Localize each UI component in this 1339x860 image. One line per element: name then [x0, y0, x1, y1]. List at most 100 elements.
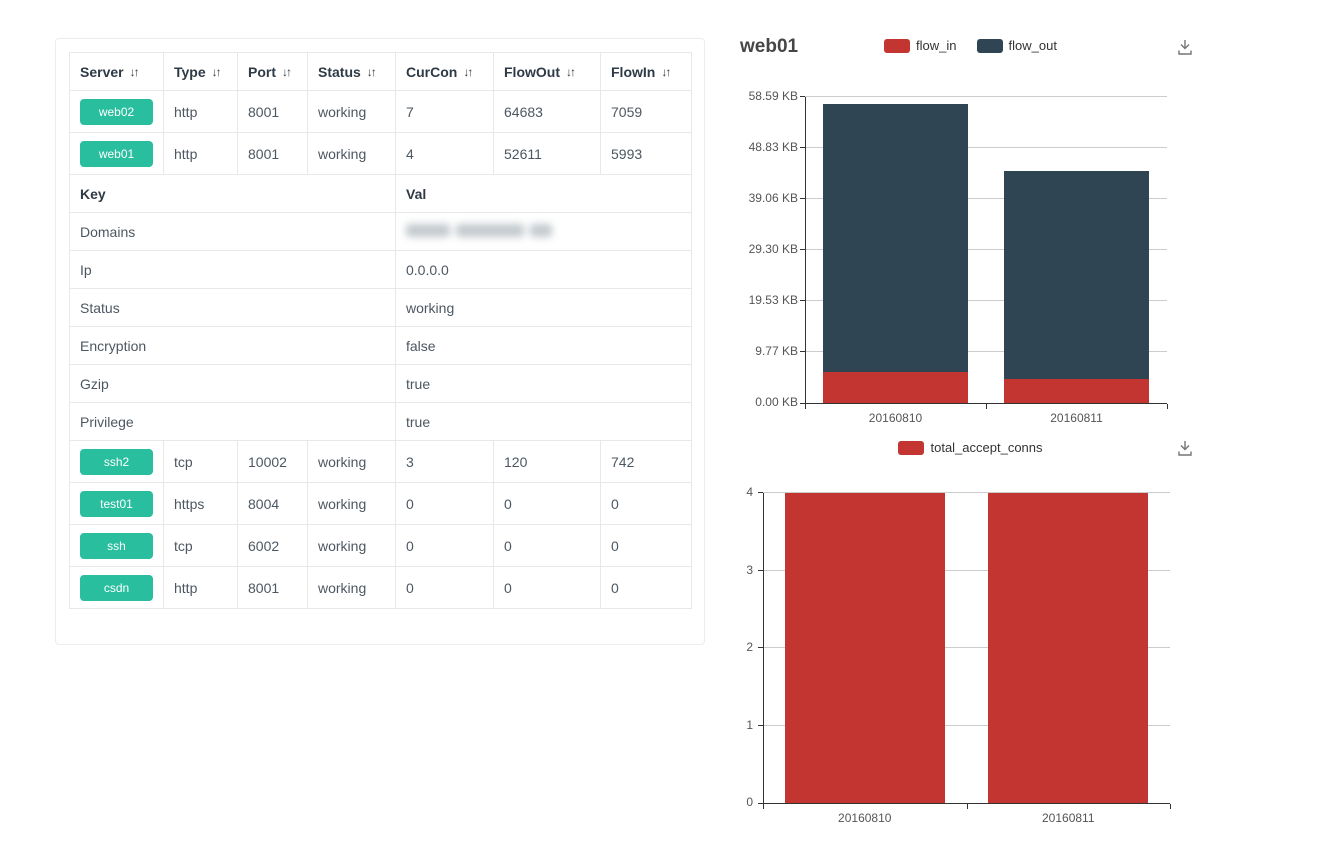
flow_out-bar-segment[interactable]: [1004, 171, 1149, 379]
column-header-port[interactable]: Port↓↑: [238, 53, 308, 91]
status-cell: working: [308, 441, 396, 483]
sort-icon[interactable]: ↓↑: [661, 65, 669, 79]
bar-20160810[interactable]: [785, 493, 945, 803]
y-axis-label: 2: [725, 640, 753, 654]
y-axis-line: [763, 493, 764, 803]
sort-icon[interactable]: ↓↑: [367, 65, 375, 79]
server-badge[interactable]: ssh: [80, 533, 153, 559]
server-cell: web01: [70, 133, 164, 175]
port-cell: 8001: [238, 133, 308, 175]
server-cell: ssh: [70, 525, 164, 567]
total_accept_conns-bar-segment[interactable]: [988, 493, 1148, 803]
flowin-cell: 0: [601, 483, 692, 525]
detail-key: Gzip: [70, 365, 396, 403]
flowin-cell: 0: [601, 525, 692, 567]
table-row: ssh tcp 6002 working 0 0 0: [70, 525, 692, 567]
flowin-cell: 0: [601, 567, 692, 609]
total-accept-conns-label: total_accept_conns: [930, 440, 1042, 455]
sort-icon[interactable]: ↓↑: [212, 65, 220, 79]
redacted-domains-value: [406, 224, 552, 237]
download-icon: [1175, 439, 1195, 458]
total-accept-conns-swatch: [898, 441, 924, 455]
status-cell: working: [308, 91, 396, 133]
bar-20160811[interactable]: [1004, 97, 1149, 403]
server-badge[interactable]: test01: [80, 491, 153, 517]
detail-row: Status working: [70, 289, 692, 327]
y-axis-label: 48.83 KB: [718, 140, 798, 154]
x-axis-label: 20160811: [967, 811, 1171, 825]
table-header-row: Server↓↑Type↓↑Port↓↑Status↓↑CurCon↓↑Flow…: [70, 53, 692, 91]
column-header-type[interactable]: Type↓↑: [164, 53, 238, 91]
detail-key: Privilege: [70, 403, 396, 441]
y-axis-label: 1: [725, 718, 753, 732]
detail-value: true: [396, 365, 692, 403]
server-table-panel: Server↓↑Type↓↑Port↓↑Status↓↑CurCon↓↑Flow…: [55, 38, 705, 645]
status-cell: working: [308, 567, 396, 609]
table-row: test01 https 8004 working 0 0 0: [70, 483, 692, 525]
flow_in-bar-segment[interactable]: [1004, 379, 1149, 403]
flowout-cell: 0: [494, 525, 601, 567]
chart1-download-button[interactable]: [1175, 38, 1197, 58]
port-cell: 10002: [238, 441, 308, 483]
flow_in-bar-segment[interactable]: [823, 372, 968, 403]
flow-out-swatch: [977, 39, 1003, 53]
flowin-cell: 742: [601, 441, 692, 483]
detail-row: Privilege true: [70, 403, 692, 441]
detail-value: 0.0.0.0: [396, 251, 692, 289]
detail-row: Domains: [70, 213, 692, 251]
flow-chart-plot: [805, 97, 1167, 403]
bar-20160811[interactable]: [988, 493, 1148, 803]
legend-item-flow-out[interactable]: flow_out: [977, 38, 1057, 53]
legend-item-total-accept-conns[interactable]: total_accept_conns: [898, 440, 1042, 455]
y-axis-label: 29.30 KB: [718, 242, 798, 256]
chart1-legend: flow_in flow_out: [718, 38, 1223, 53]
bar-20160810[interactable]: [823, 97, 968, 403]
column-header-curcon[interactable]: CurCon↓↑: [396, 53, 494, 91]
detail-header-row: Key Val: [70, 175, 692, 213]
y-axis-line: [805, 97, 806, 403]
port-cell: 8001: [238, 567, 308, 609]
total_accept_conns-bar-segment[interactable]: [785, 493, 945, 803]
type-cell: http: [164, 133, 238, 175]
x-axis-tick: [1170, 804, 1171, 809]
curcon-cell: 0: [396, 483, 494, 525]
column-header-server[interactable]: Server↓↑: [70, 53, 164, 91]
table-row: web02 http 8001 working 7 64683 7059: [70, 91, 692, 133]
x-axis-tick: [986, 404, 987, 409]
server-badge[interactable]: web02: [80, 99, 153, 125]
x-axis-tick: [967, 804, 968, 809]
detail-key: Ip: [70, 251, 396, 289]
type-cell: http: [164, 91, 238, 133]
status-cell: working: [308, 525, 396, 567]
curcon-cell: 7: [396, 91, 494, 133]
port-cell: 8004: [238, 483, 308, 525]
y-axis-label: 9.77 KB: [718, 344, 798, 358]
port-cell: 6002: [238, 525, 308, 567]
curcon-cell: 0: [396, 525, 494, 567]
server-badge[interactable]: ssh2: [80, 449, 153, 475]
flowout-cell: 64683: [494, 91, 601, 133]
sort-icon[interactable]: ↓↑: [463, 65, 471, 79]
chart2-download-button[interactable]: [1175, 439, 1197, 459]
column-header-flowin[interactable]: FlowIn↓↑: [601, 53, 692, 91]
server-badge[interactable]: csdn: [80, 575, 153, 601]
legend-item-flow-in[interactable]: flow_in: [884, 38, 956, 53]
y-axis-label: 4: [725, 485, 753, 499]
flow_out-bar-segment[interactable]: [823, 104, 968, 372]
y-axis-label: 3: [725, 563, 753, 577]
x-axis-label: 20160810: [805, 411, 986, 425]
flowout-cell: 52611: [494, 133, 601, 175]
sort-icon[interactable]: ↓↑: [566, 65, 574, 79]
detail-key: Domains: [70, 213, 396, 251]
server-cell: test01: [70, 483, 164, 525]
sort-icon[interactable]: ↓↑: [282, 65, 290, 79]
column-header-flowout[interactable]: FlowOut↓↑: [494, 53, 601, 91]
detail-value: working: [396, 289, 692, 327]
flow-out-label: flow_out: [1009, 38, 1057, 53]
column-header-status[interactable]: Status↓↑: [308, 53, 396, 91]
val-header: Val: [396, 175, 692, 213]
sort-icon[interactable]: ↓↑: [130, 65, 138, 79]
flowin-cell: 7059: [601, 91, 692, 133]
curcon-cell: 3: [396, 441, 494, 483]
server-badge[interactable]: web01: [80, 141, 153, 167]
